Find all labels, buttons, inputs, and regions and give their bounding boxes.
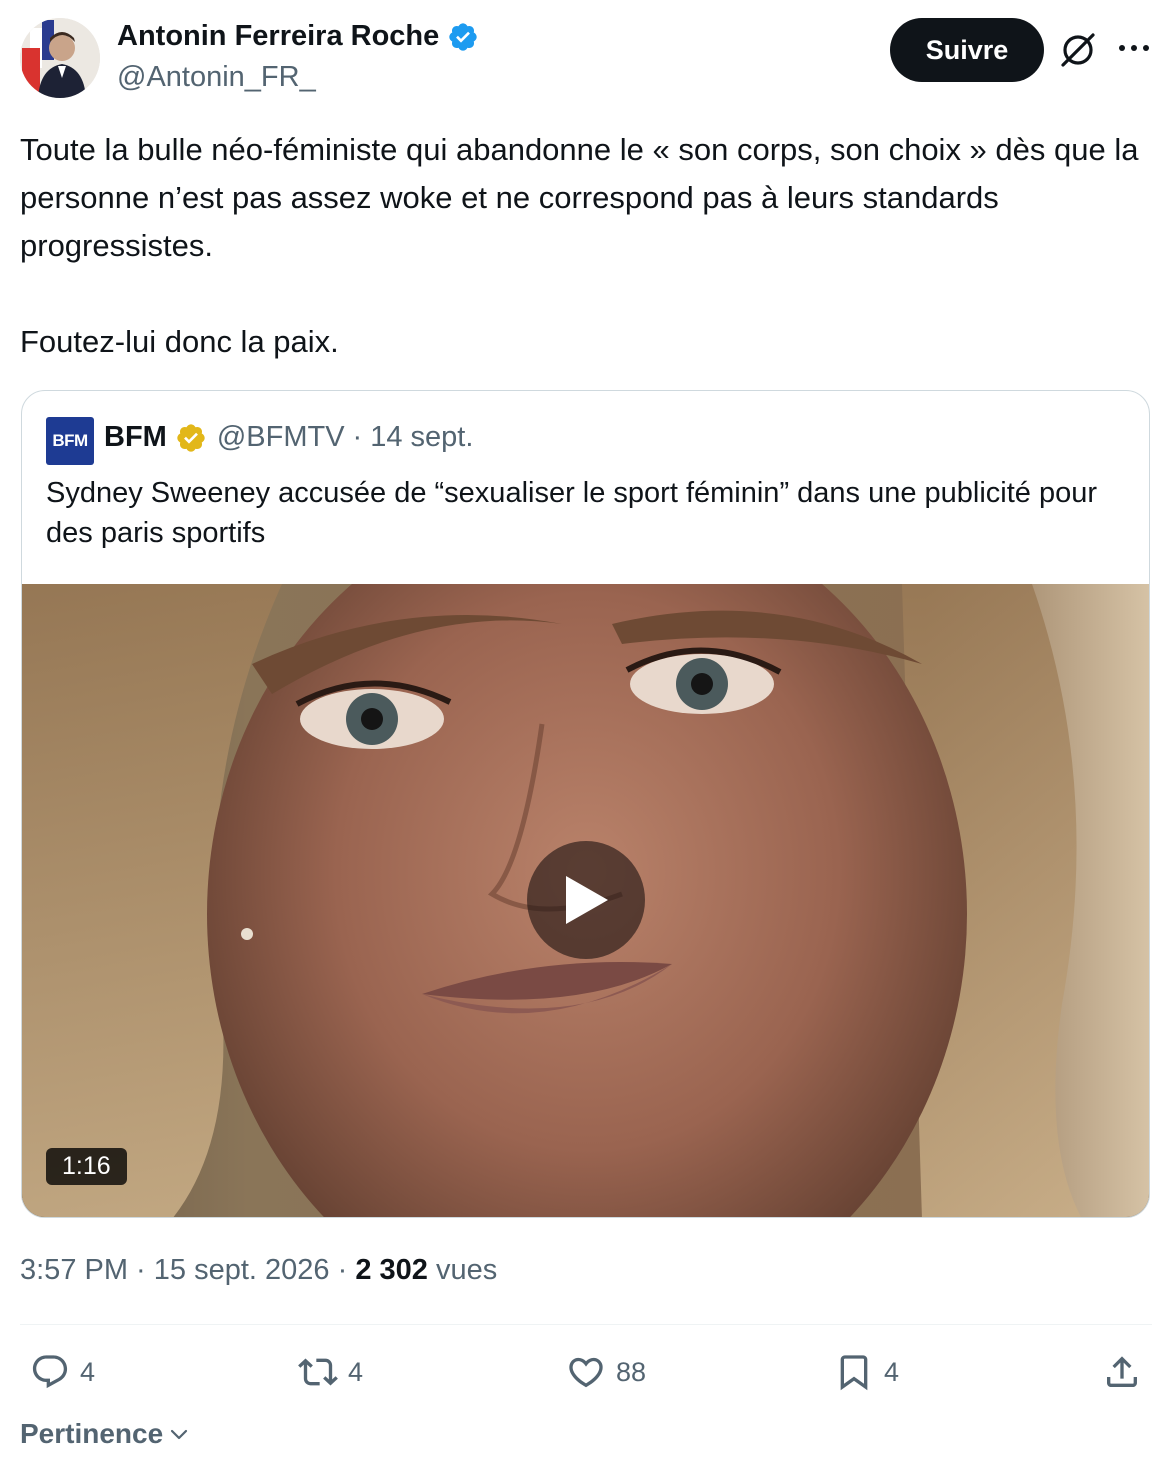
sort-dropdown[interactable]: Pertinence bbox=[20, 1418, 191, 1450]
bookmark-count: 4 bbox=[884, 1356, 900, 1387]
play-button[interactable] bbox=[527, 841, 645, 959]
play-icon bbox=[566, 876, 608, 924]
grok-icon[interactable] bbox=[1058, 30, 1098, 70]
quoted-tweet-text: Sydney Sweeney accusée de “sexualiser le… bbox=[46, 477, 1098, 549]
views-count: 2 302 bbox=[355, 1254, 428, 1286]
verified-badge-icon bbox=[449, 22, 477, 51]
share-icon bbox=[1107, 1356, 1137, 1387]
tweet-paragraph: Toute la bulle néo-féministe qui abandon… bbox=[20, 132, 1139, 263]
divider bbox=[20, 1324, 1152, 1325]
more-icon[interactable] bbox=[1116, 36, 1152, 60]
repost-button[interactable]: 4 bbox=[298, 1352, 363, 1392]
like-count: 88 bbox=[616, 1356, 647, 1387]
quoted-author-name[interactable]: BFM bbox=[104, 421, 167, 454]
quoted-tweet-card[interactable]: BFM BFM @BFMTV · 14 sept. Sydney Sweeney… bbox=[21, 390, 1150, 1218]
author-handle[interactable]: @Antonin_FR_ bbox=[117, 61, 316, 94]
sort-label: Pertinence bbox=[20, 1418, 164, 1449]
bfm-logo-avatar[interactable]: BFM bbox=[46, 417, 94, 465]
reply-count: 4 bbox=[80, 1356, 96, 1387]
follow-button[interactable]: Suivre bbox=[890, 18, 1044, 82]
share-button[interactable] bbox=[1102, 1352, 1142, 1392]
tweet-date[interactable]: 15 sept. 2026 bbox=[154, 1254, 330, 1286]
author-name[interactable]: Antonin Ferreira Roche bbox=[117, 20, 479, 53]
quoted-tweet-date[interactable]: 14 sept. bbox=[370, 421, 473, 454]
repost-icon bbox=[298, 1358, 338, 1386]
dot-separator: · bbox=[128, 1254, 154, 1286]
dot-separator: · bbox=[329, 1254, 356, 1286]
tweet-text: Toute la bulle néo-féministe qui abandon… bbox=[20, 126, 1140, 366]
tweet-paragraph: Foutez-lui donc la paix. bbox=[20, 324, 339, 359]
author-avatar[interactable] bbox=[20, 18, 100, 98]
tweet-time[interactable]: 3:57 PM bbox=[20, 1254, 128, 1286]
quoted-author-handle[interactable]: @BFMTV bbox=[217, 421, 345, 454]
reply-icon bbox=[32, 1355, 68, 1389]
like-button[interactable]: 88 bbox=[566, 1352, 646, 1392]
repost-count: 4 bbox=[348, 1356, 364, 1387]
bookmark-icon bbox=[840, 1355, 868, 1391]
quoted-tweet-header: BFM @BFMTV · 14 sept. bbox=[104, 421, 473, 454]
chevron-down-icon bbox=[171, 1429, 188, 1440]
like-icon bbox=[569, 1357, 603, 1388]
dot-separator: · bbox=[352, 421, 363, 453]
views-label: vues bbox=[427, 1254, 498, 1286]
bookmark-button[interactable]: 4 bbox=[834, 1352, 899, 1392]
video-player[interactable]: 1:16 bbox=[22, 584, 1149, 1217]
reply-button[interactable]: 4 bbox=[30, 1352, 95, 1392]
author-name-text[interactable]: Antonin Ferreira Roche bbox=[117, 20, 439, 53]
tweet-meta: 3:57 PM · 15 sept. 2026 · 2 302 vues bbox=[20, 1254, 497, 1287]
video-duration: 1:16 bbox=[46, 1148, 127, 1185]
verified-badge-icon bbox=[177, 423, 205, 452]
